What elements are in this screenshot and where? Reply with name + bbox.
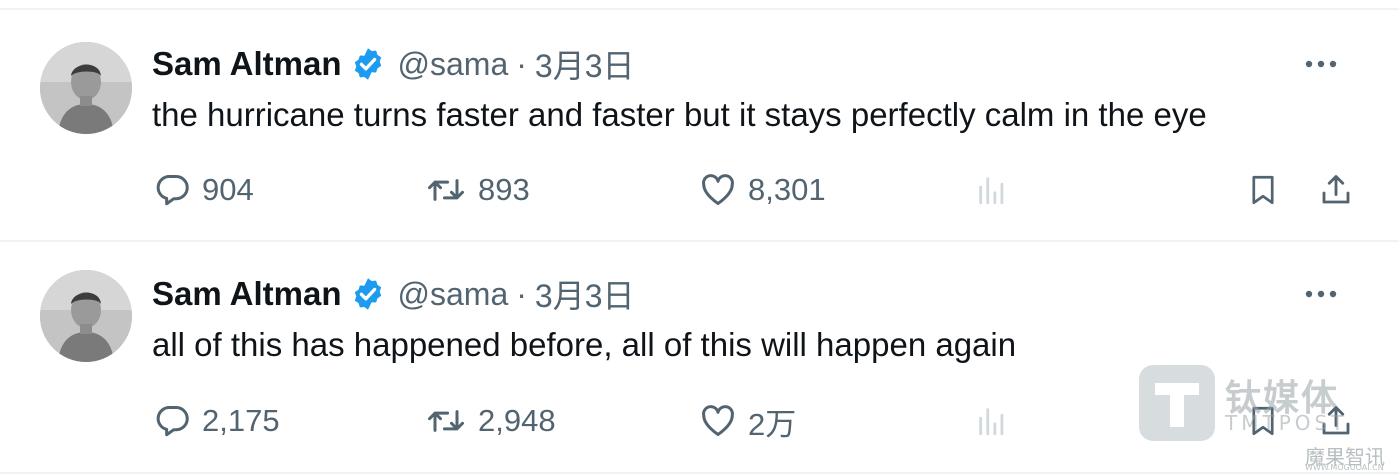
retweet-count: 2,948 — [478, 403, 556, 438]
share-icon[interactable] — [1316, 168, 1356, 212]
author-handle[interactable]: @sama — [398, 276, 509, 313]
retweet-count: 893 — [478, 172, 530, 207]
watermark-corner-url: WWW.MOGUOAI.CN — [1305, 463, 1384, 472]
tweet-text: the hurricane turns faster and faster bu… — [152, 96, 1207, 133]
heart-icon — [702, 174, 734, 205]
views-icon[interactable] — [972, 168, 1012, 212]
avatar-photo — [40, 42, 132, 134]
author-name[interactable]: Sam Altman — [152, 275, 342, 313]
reply-button[interactable]: 2,175 — [154, 399, 280, 443]
retweet-button[interactable]: 2,948 — [424, 399, 556, 443]
verified-badge-icon — [350, 276, 386, 312]
watermark: 钛媒体 TMTPOST 魔果智讯 WWW.MOGUOAI.CN — [1129, 355, 1399, 475]
like-button[interactable]: 2万 — [698, 399, 796, 443]
like-count: 2万 — [748, 406, 797, 442]
more-options-icon[interactable] — [1301, 52, 1341, 76]
like-button[interactable]: 8,301 — [698, 168, 826, 212]
reply-button[interactable]: 904 — [154, 168, 254, 212]
header-separator: · — [516, 45, 527, 82]
tweet-header: Sam Altman @sama · 3月3日 — [152, 272, 635, 316]
watermark-brand-en: TMTPOST — [1225, 411, 1348, 435]
reply-icon — [156, 406, 189, 437]
reply-count: 2,175 — [202, 403, 280, 438]
header-separator: · — [516, 275, 527, 312]
verified-badge-icon — [350, 46, 386, 82]
heart-icon — [702, 405, 734, 436]
reply-icon — [156, 175, 189, 206]
avatar-photo — [40, 270, 132, 362]
reply-count: 904 — [202, 172, 254, 207]
bookmark-icon[interactable] — [1243, 168, 1283, 212]
like-count: 8,301 — [748, 172, 826, 207]
avatar[interactable] — [40, 270, 132, 362]
author-handle[interactable]: @sama — [398, 46, 509, 83]
tmtpost-logo-icon — [1139, 365, 1215, 441]
more-options-icon[interactable] — [1301, 282, 1341, 306]
tweet-text: all of this has happened before, all of … — [152, 326, 1017, 363]
tweet-header: Sam Altman @sama · 3月3日 — [152, 42, 635, 86]
tweet-date[interactable]: 3月3日 — [535, 41, 635, 87]
avatar[interactable] — [40, 42, 132, 134]
retweet-button[interactable]: 893 — [424, 168, 530, 212]
views-icon[interactable] — [972, 399, 1012, 443]
retweet-icon — [428, 410, 464, 432]
tweet-date[interactable]: 3月3日 — [535, 271, 635, 317]
author-name[interactable]: Sam Altman — [152, 45, 342, 83]
retweet-icon — [428, 179, 464, 201]
tweet-card[interactable]: Sam Altman @sama · 3月3日 the hurricane tu… — [0, 10, 1399, 240]
